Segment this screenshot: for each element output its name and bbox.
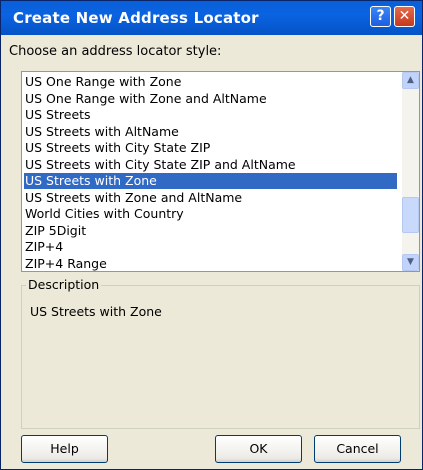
window-title: Create New Address Locator — [13, 9, 259, 27]
scroll-thumb[interactable] — [402, 197, 419, 233]
locator-style-listbox[interactable]: US One Range with Zone US One Range with … — [21, 71, 420, 272]
list-item[interactable]: ZIP+4 — [24, 239, 397, 255]
list-item[interactable]: US Streets with City State ZIP — [24, 140, 397, 156]
dialog-window: Create New Address Locator ? ✕ Choose an… — [0, 0, 423, 470]
list-item[interactable]: US Streets — [24, 107, 397, 123]
list-item[interactable]: US Streets with City State ZIP and AltNa… — [24, 157, 397, 173]
ok-button[interactable]: OK — [215, 435, 302, 463]
vertical-scrollbar[interactable]: ▲ ▼ — [402, 72, 419, 271]
description-text: US Streets with Zone — [30, 304, 162, 319]
list-item[interactable]: US One Range with Zone — [24, 74, 397, 90]
list-item[interactable]: US Streets with Zone and AltName — [24, 190, 397, 206]
title-bar[interactable]: Create New Address Locator ? ✕ — [1, 1, 422, 35]
scroll-up-icon[interactable]: ▲ — [402, 72, 419, 89]
help-icon[interactable]: ? — [370, 6, 391, 27]
list-item[interactable]: World Cities with Country — [24, 206, 397, 222]
description-label: Description — [26, 277, 102, 292]
list-item[interactable]: US One Range with Zone and AltName — [24, 91, 397, 107]
list-item[interactable]: US Streets with AltName — [24, 124, 397, 140]
list-item[interactable]: US Streets with Zone — [24, 173, 397, 189]
cancel-button[interactable]: Cancel — [314, 435, 401, 463]
list-item[interactable]: ZIP+4 Range — [24, 256, 397, 272]
list-item[interactable]: ZIP 5Digit — [24, 223, 397, 239]
scroll-down-icon[interactable]: ▼ — [402, 254, 419, 271]
description-group: Description US Streets with Zone — [21, 277, 420, 429]
help-button[interactable]: Help — [21, 435, 108, 463]
style-prompt-label: Choose an address locator style: — [9, 44, 222, 59]
close-icon[interactable]: ✕ — [394, 6, 415, 27]
